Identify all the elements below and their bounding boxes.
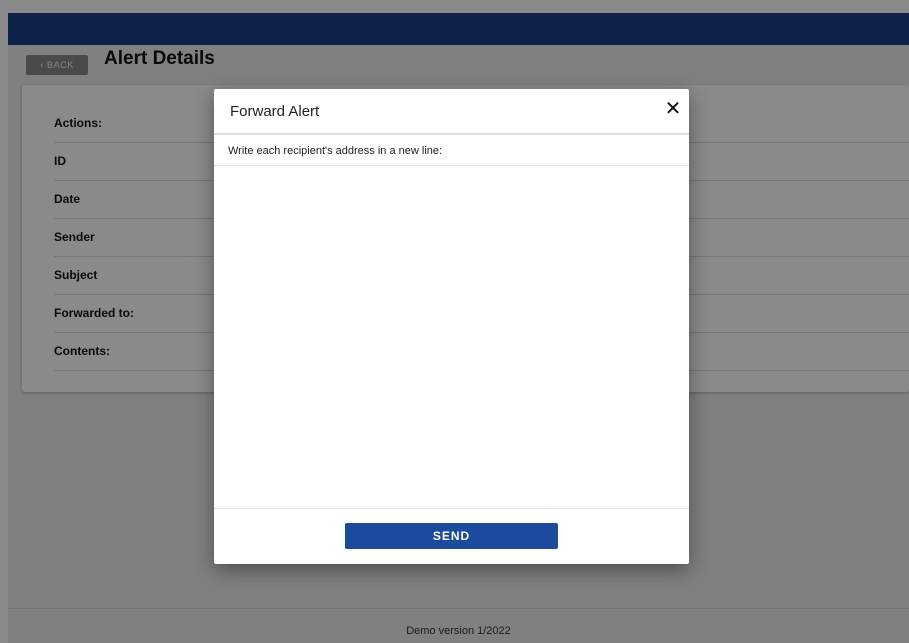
forward-alert-dialog: Forward Alert ✕ Write each recipient's a… (214, 89, 689, 564)
dialog-title: Forward Alert (230, 103, 320, 120)
recipients-textarea[interactable] (214, 166, 689, 508)
recipients-instruction: Write each recipient's address in a new … (228, 145, 443, 157)
send-button[interactable]: SEND (345, 523, 558, 549)
divider (214, 133, 689, 135)
divider (214, 508, 689, 509)
close-icon[interactable]: ✕ (664, 99, 682, 119)
